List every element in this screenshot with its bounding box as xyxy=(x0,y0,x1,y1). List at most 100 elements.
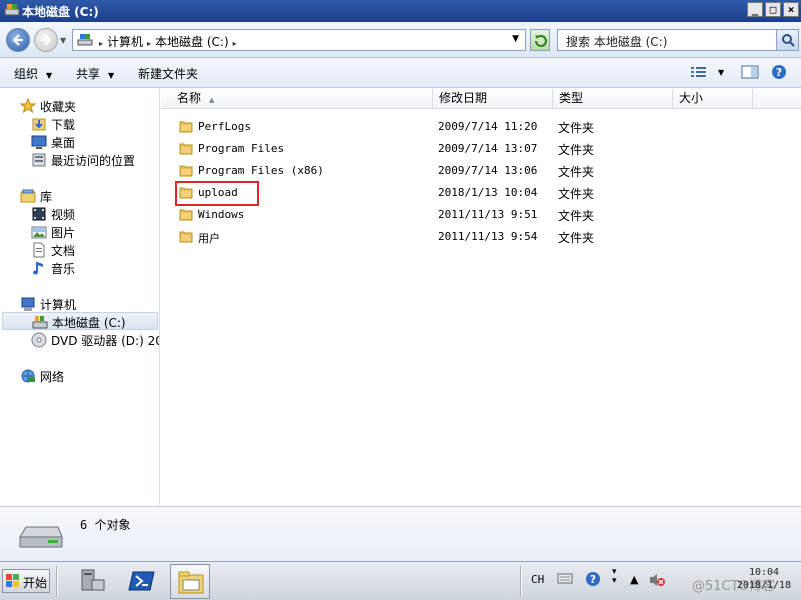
search-input[interactable]: 搜索 本地磁盘 (C:) xyxy=(557,29,799,51)
sidebar-label: 最近访问的位置 xyxy=(51,154,136,168)
file-name: Program Files (x86) xyxy=(198,164,324,177)
desktop-icon xyxy=(31,134,47,150)
navigation-pane: 收藏夹 下载 桌面 最近访问的位置 库 视频 图片 文档 音乐 计算机 本地磁盘… xyxy=(0,89,160,505)
history-dropdown-icon[interactable]: ▼ xyxy=(60,36,66,45)
arrow-left-icon xyxy=(12,34,23,46)
close-button[interactable]: × xyxy=(783,2,799,17)
column-header-size[interactable]: 大小 xyxy=(673,89,753,109)
address-bar[interactable]: ▸ 计算机 ▸ 本地磁盘 (C:) ▸ ▼ xyxy=(72,29,526,51)
chevron-down-icon: ▼ xyxy=(46,71,53,80)
file-type: 文件夹 xyxy=(558,231,595,245)
file-row[interactable]: 用户 2011/11/13 9:54 文件夹 xyxy=(161,226,801,248)
search-button[interactable] xyxy=(776,30,798,50)
breadcrumb-arrow-icon[interactable]: ▸ xyxy=(233,39,237,48)
column-header-date[interactable]: 修改日期 xyxy=(433,89,553,109)
breadcrumb-arrow-icon[interactable]: ▸ xyxy=(99,39,103,48)
file-row[interactable]: PerfLogs 2009/7/14 11:20 文件夹 xyxy=(161,116,801,138)
show-hidden-icons-icon[interactable]: ▲ xyxy=(630,573,638,586)
organize-button[interactable]: 组织 ▼ xyxy=(14,65,52,82)
powershell-taskbar-icon[interactable] xyxy=(122,564,162,599)
documents-icon xyxy=(31,242,47,258)
new-folder-button[interactable]: 新建文件夹 xyxy=(138,65,198,82)
file-name: 用户 xyxy=(198,232,220,245)
column-label: 名称 xyxy=(177,91,202,105)
sidebar-label: 下载 xyxy=(51,118,76,132)
share-button[interactable]: 共享 ▼ xyxy=(76,65,114,82)
system-clock[interactable]: 10:04 2018/1/18 xyxy=(732,566,796,592)
library-icon xyxy=(20,188,36,204)
arrow-right-icon xyxy=(41,34,52,46)
sidebar-label: 本地磁盘 (C:) xyxy=(52,316,126,330)
folder-icon xyxy=(179,141,193,158)
drive-large-icon xyxy=(18,523,64,554)
maximize-button[interactable]: □ xyxy=(765,2,781,17)
clock-time: 10:04 xyxy=(748,567,780,578)
taskbar: 开始 CH ? ▾ ▾ ▲ @51CTO博客 10:04 2018/1/18 xyxy=(0,561,801,600)
breadcrumb-local-disk[interactable]: 本地磁盘 (C:) xyxy=(155,35,229,49)
breadcrumb-computer[interactable]: 计算机 xyxy=(107,35,143,49)
input-language-indicator[interactable]: CH xyxy=(531,573,544,586)
breadcrumb-arrow-icon[interactable]: ▸ xyxy=(147,39,151,48)
details-pane: 6 个对象 xyxy=(0,506,801,561)
search-placeholder: 搜索 本地磁盘 (C:) xyxy=(566,35,668,49)
column-header-type[interactable]: 类型 xyxy=(553,89,673,109)
file-type: 文件夹 xyxy=(558,209,595,223)
chevron-down-icon: ▼ xyxy=(108,71,115,80)
refresh-icon xyxy=(535,35,547,47)
column-headers: 名称 ▲ 修改日期 类型 大小 xyxy=(161,89,801,109)
folder-icon xyxy=(179,163,193,180)
file-row[interactable]: Windows 2011/11/13 9:51 文件夹 xyxy=(161,204,801,226)
back-button[interactable] xyxy=(6,28,30,52)
svg-text:?: ? xyxy=(776,66,782,79)
language-bar-options-icon[interactable]: ▾ ▾ xyxy=(612,568,617,586)
file-row[interactable]: Program Files 2009/7/14 13:07 文件夹 xyxy=(161,138,801,160)
view-dropdown-icon[interactable]: ▼ xyxy=(718,68,724,77)
file-date: 2018/1/13 10:04 xyxy=(438,186,538,199)
help-icon[interactable]: ? xyxy=(771,64,787,83)
clock-date: 2018/1/18 xyxy=(736,580,792,591)
file-date: 2009/7/14 13:07 xyxy=(438,142,538,155)
taskbar-separator xyxy=(56,566,58,597)
title-bar[interactable]: 本地磁盘 (C:) _ □ × xyxy=(0,0,801,22)
file-date: 2011/11/13 9:54 xyxy=(438,230,538,243)
annotation-highlight-box xyxy=(175,181,259,206)
pictures-icon xyxy=(31,224,47,240)
sidebar-label: 库 xyxy=(40,190,53,204)
column-header-name[interactable]: 名称 ▲ xyxy=(161,89,433,109)
sidebar-item-local-disk[interactable]: 本地磁盘 (C:) xyxy=(2,312,158,330)
sidebar-label: 收藏夹 xyxy=(40,100,77,114)
sidebar-label: 桌面 xyxy=(51,136,76,150)
start-label: 开始 xyxy=(23,576,48,590)
preview-pane-icon[interactable] xyxy=(741,64,759,83)
windows-logo-icon xyxy=(6,574,20,591)
file-name: Windows xyxy=(198,208,245,221)
refresh-button[interactable] xyxy=(530,29,550,51)
downloads-icon xyxy=(31,116,47,132)
drive-icon xyxy=(32,314,48,330)
forward-button[interactable] xyxy=(34,28,58,52)
address-row: ▼ ▸ 计算机 ▸ 本地磁盘 (C:) ▸ ▼ 搜索 本地磁盘 (C:) xyxy=(0,22,801,58)
sidebar-label: 文档 xyxy=(51,244,76,258)
view-options-icon[interactable] xyxy=(690,64,708,83)
minimize-button[interactable]: _ xyxy=(747,2,763,17)
folder-icon xyxy=(179,119,193,136)
keyboard-icon[interactable] xyxy=(557,571,573,588)
address-dropdown-icon[interactable]: ▼ xyxy=(512,34,519,44)
folder-icon xyxy=(179,207,193,224)
start-button[interactable]: 开始 xyxy=(2,569,50,593)
share-label: 共享 xyxy=(76,67,101,81)
search-icon xyxy=(782,34,795,47)
drive-icon xyxy=(4,3,20,17)
explorer-taskbar-icon[interactable] xyxy=(170,564,210,599)
sort-ascending-icon: ▲ xyxy=(209,96,215,104)
sidebar-label: DVD 驱动器 (D:) 20 xyxy=(51,334,160,348)
speaker-muted-icon[interactable] xyxy=(648,572,666,591)
sidebar-label: 图片 xyxy=(51,226,76,240)
file-name: PerfLogs xyxy=(198,120,251,133)
server-manager-taskbar-icon[interactable] xyxy=(72,564,112,599)
file-row[interactable]: Program Files (x86) 2009/7/14 13:06 文件夹 xyxy=(161,160,801,182)
sidebar-label: 网络 xyxy=(40,370,65,384)
sidebar-label: 计算机 xyxy=(40,298,77,312)
help-icon[interactable]: ? xyxy=(585,571,601,590)
item-count: 6 个对象 xyxy=(80,518,131,532)
